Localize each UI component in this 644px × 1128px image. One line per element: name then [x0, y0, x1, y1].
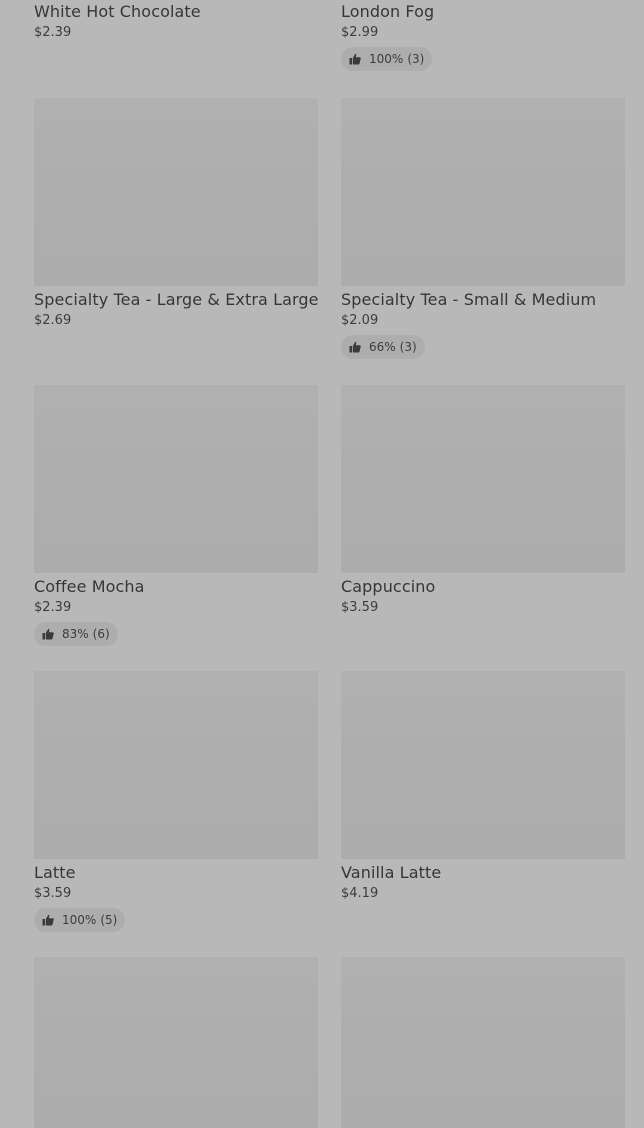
- menu-item[interactable]: White Hot Chocolate $2.39: [34, 0, 318, 41]
- rating-badge: 83% (6): [34, 622, 118, 646]
- item-image: [34, 957, 318, 1128]
- menu-item[interactable]: [34, 957, 318, 1128]
- item-name: Latte: [34, 863, 76, 882]
- menu-item[interactable]: [341, 957, 625, 1128]
- rating-count: (3): [407, 52, 425, 66]
- item-price: $2.99: [341, 25, 379, 40]
- item-image: [341, 957, 625, 1128]
- menu-item[interactable]: Coffee Mocha $2.39 83% (6): [34, 385, 318, 646]
- item-image: [341, 671, 625, 859]
- menu-item[interactable]: Specialty Tea - Small & Medium $2.09 66%…: [341, 98, 625, 359]
- item-image: [341, 385, 625, 573]
- thumbs-up-icon: [349, 53, 361, 65]
- item-price: $2.69: [34, 313, 72, 328]
- thumbs-up-icon: [42, 914, 54, 926]
- item-image: [34, 385, 318, 573]
- item-image: [341, 98, 625, 286]
- item-price: $2.09: [341, 313, 379, 328]
- item-name: Cappuccino: [341, 577, 436, 596]
- item-name: Vanilla Latte: [341, 863, 442, 882]
- item-name: Specialty Tea - Large & Extra Large: [34, 290, 319, 309]
- rating-percent: 83%: [62, 627, 89, 641]
- item-name: White Hot Chocolate: [34, 2, 201, 21]
- item-name: Specialty Tea - Small & Medium: [341, 290, 597, 309]
- item-price: $2.39: [34, 600, 72, 615]
- rating-badge: 100% (5): [34, 908, 126, 932]
- rating-count: (3): [399, 340, 417, 354]
- item-price: $3.59: [34, 886, 72, 901]
- menu-grid: White Hot Chocolate $2.39 London Fog $2.…: [0, 0, 644, 1128]
- menu-item[interactable]: Latte $3.59 100% (5): [34, 671, 318, 932]
- rating-percent: 66%: [369, 340, 396, 354]
- menu-item[interactable]: London Fog $2.99 100% (3): [341, 0, 625, 71]
- rating-badge: 100% (3): [341, 47, 433, 71]
- menu-item[interactable]: Cappuccino $3.59: [341, 385, 625, 616]
- rating-count: (5): [100, 913, 118, 927]
- item-name: Coffee Mocha: [34, 577, 145, 596]
- thumbs-up-icon: [42, 628, 54, 640]
- rating-badge: 66% (3): [341, 335, 425, 359]
- item-image: [34, 671, 318, 859]
- thumbs-up-icon: [349, 341, 361, 353]
- menu-item[interactable]: Specialty Tea - Large & Extra Large $2.6…: [34, 98, 319, 329]
- menu-item[interactable]: Vanilla Latte $4.19: [341, 671, 625, 902]
- rating-percent: 100%: [369, 52, 404, 66]
- item-image: [34, 98, 318, 286]
- rating-count: (6): [92, 627, 110, 641]
- item-price: $4.19: [341, 886, 379, 901]
- item-price: $2.39: [34, 25, 72, 40]
- item-price: $3.59: [341, 600, 379, 615]
- rating-percent: 100%: [62, 913, 97, 927]
- item-name: London Fog: [341, 2, 435, 21]
